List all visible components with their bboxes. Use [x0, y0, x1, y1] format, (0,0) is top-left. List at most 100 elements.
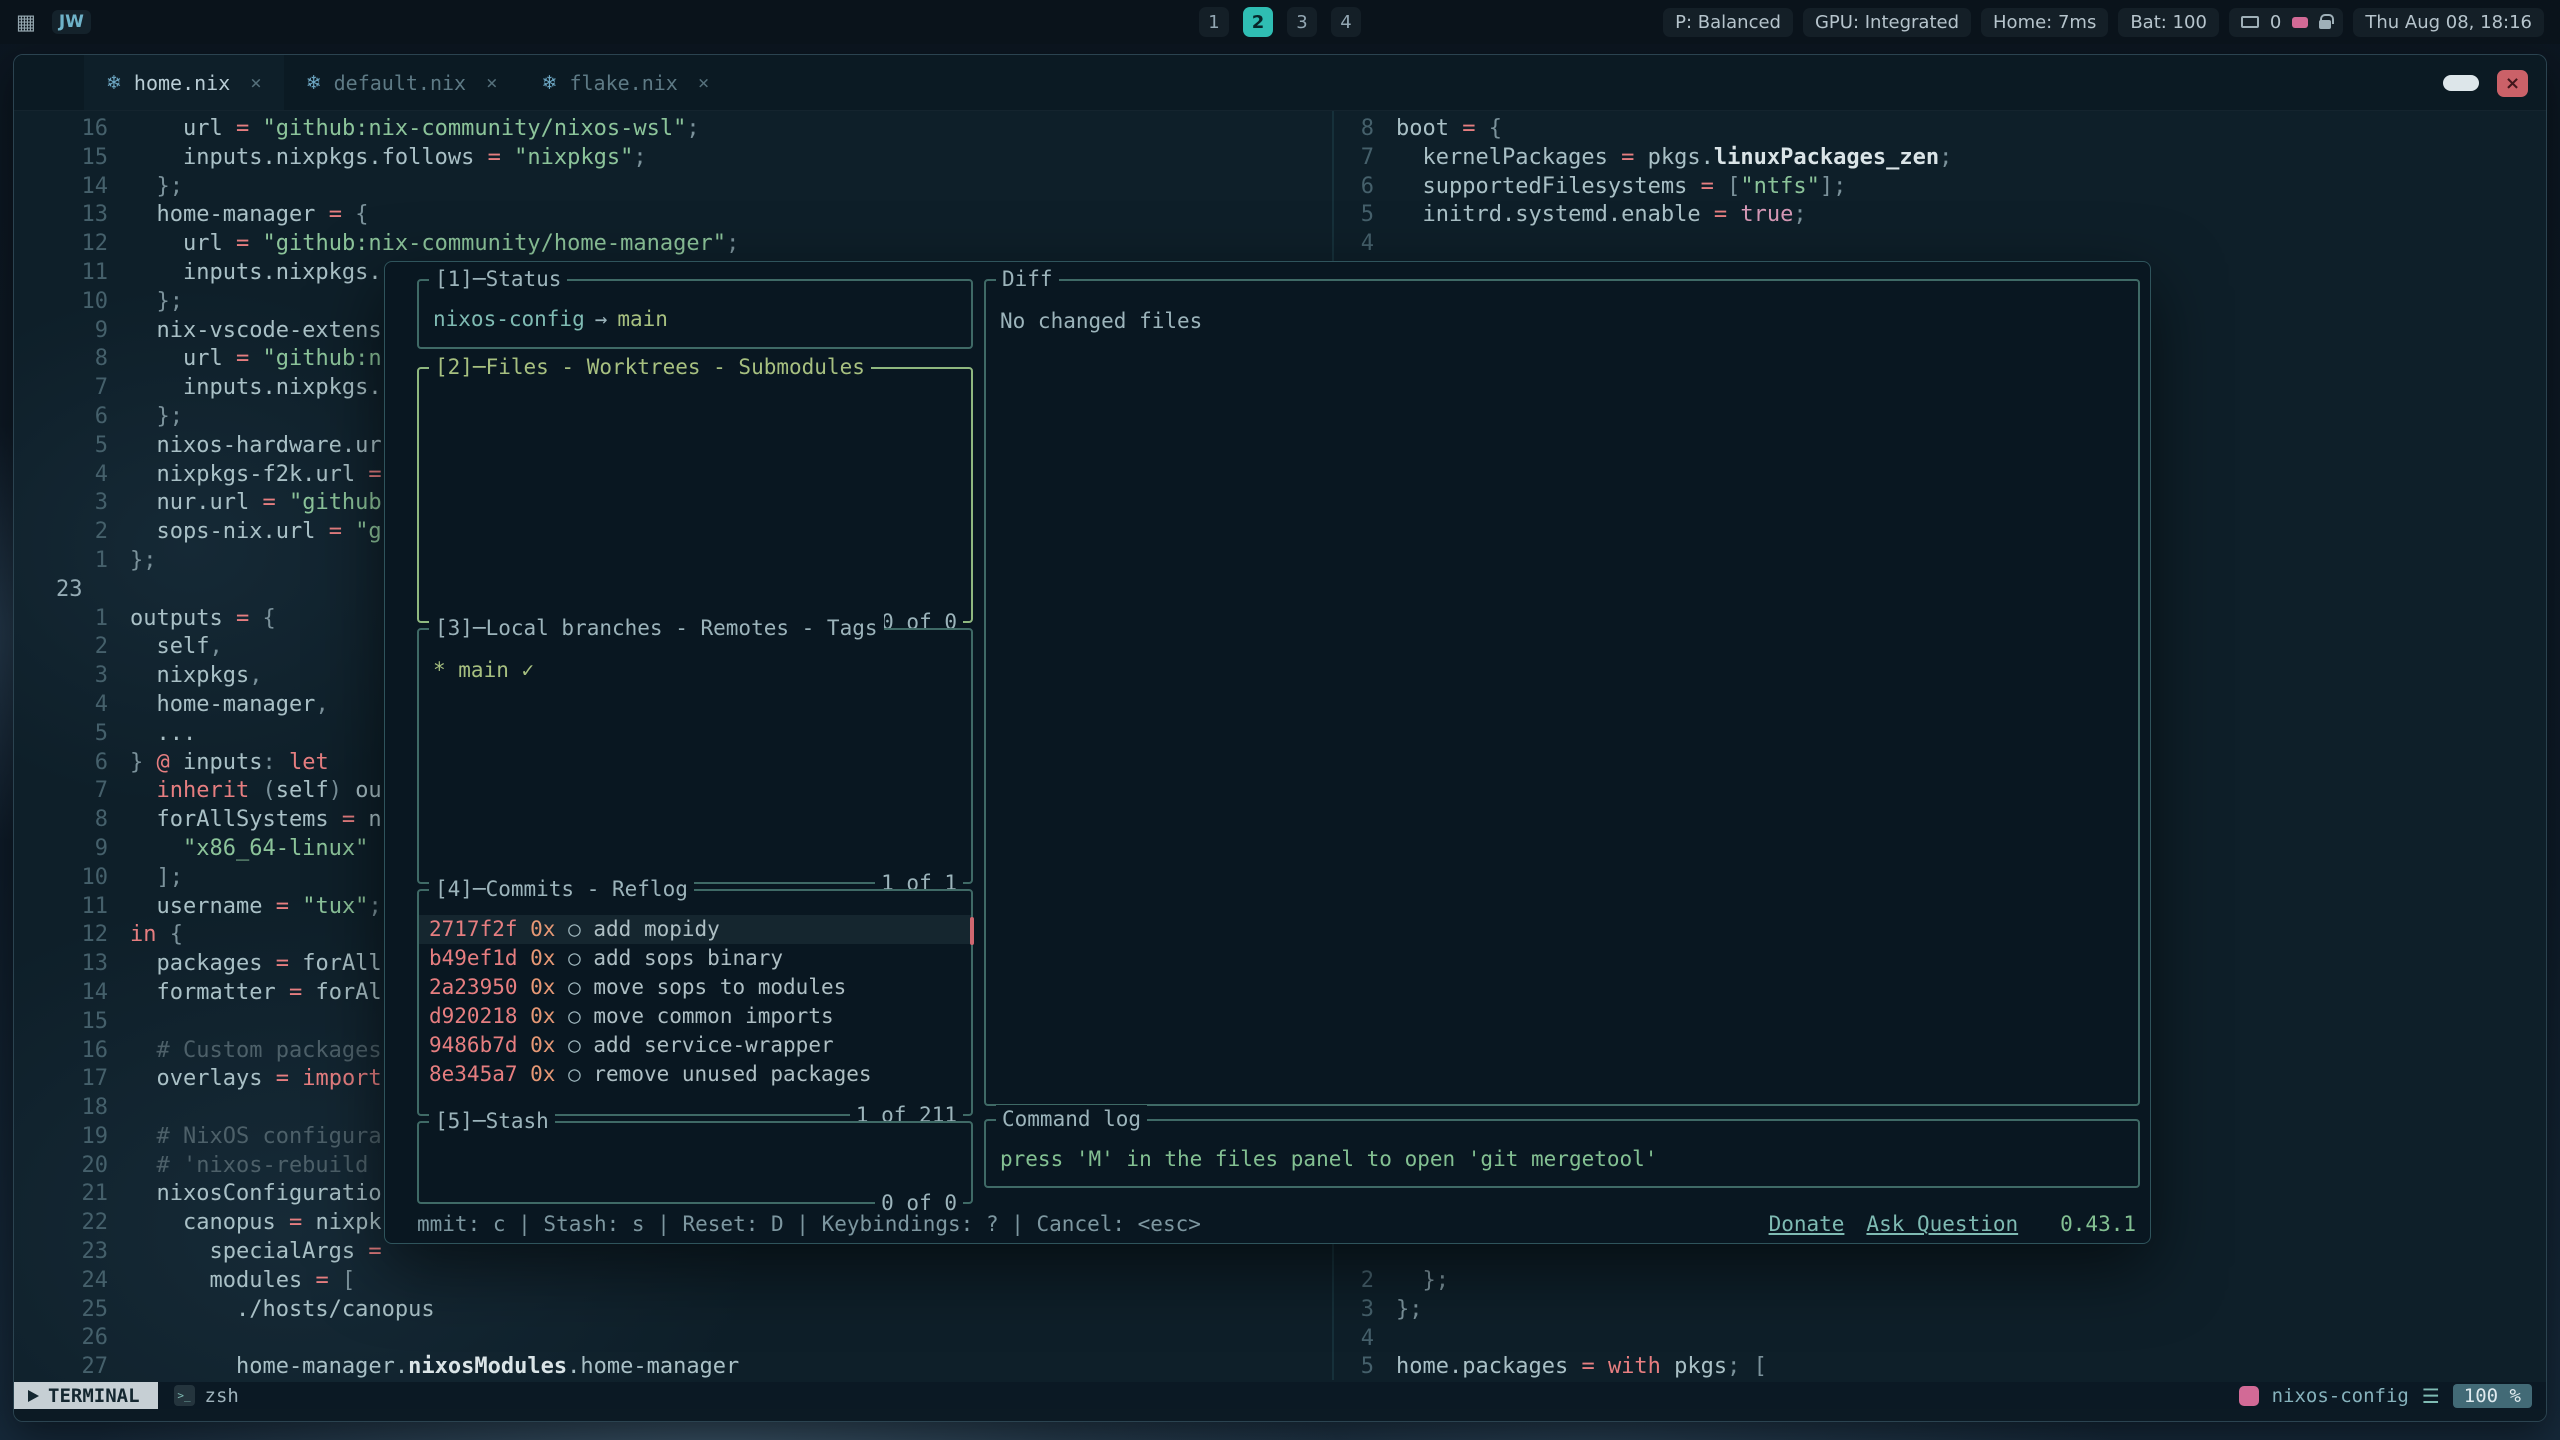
code-line: 26 — [14, 1324, 739, 1353]
line-number: 3 — [1334, 1296, 1384, 1325]
line-number: 4 — [1334, 1325, 1384, 1354]
line-number: 27 — [14, 1353, 126, 1380]
code-line: 4 — [1334, 1325, 1767, 1354]
line-number: 15 — [14, 144, 126, 173]
code-line: 16 url = "github:nix-community/nixos-wsl… — [14, 115, 739, 144]
line-number: 1 — [14, 547, 126, 576]
shell-label: zsh — [205, 1385, 239, 1407]
footer-links: Donate Ask Question 0.43.1 — [1769, 1210, 2136, 1239]
workspace-switcher: 1234 — [1199, 7, 1361, 37]
lazygit-stash-panel[interactable]: [5]─Stash 0 of 0 — [417, 1121, 973, 1204]
line-number: 25 — [14, 1296, 126, 1325]
status-chip-0: P: Balanced — [1663, 8, 1793, 37]
commit-list: 2717f2f 0x ○ add mopidyb49ef1d 0x ○ add … — [419, 891, 971, 1089]
line-number: 5 — [1334, 201, 1384, 230]
line-number: 10 — [14, 288, 126, 317]
tab-default.nix[interactable]: ❄ default.nix × — [284, 55, 520, 110]
diff-content: No changed files — [986, 281, 2138, 342]
status-branch: main — [617, 307, 668, 331]
code-line: 2 }; — [1334, 1267, 1767, 1296]
line-number: 1 — [14, 605, 126, 634]
shell-segment: >_ zsh — [174, 1385, 239, 1407]
layout-toggle-button[interactable] — [2443, 75, 2479, 91]
line-number: 23 — [14, 1238, 126, 1267]
line-number: 19 — [14, 1123, 126, 1152]
line-number: 8 — [14, 345, 126, 374]
window-close-button[interactable]: × — [2497, 70, 2528, 97]
statusline-right: nixos-config ☰ 100 % — [2239, 1384, 2546, 1408]
ask-question-link[interactable]: Ask Question — [1866, 1210, 2018, 1239]
app-launcher-icon[interactable]: ▦ — [16, 10, 36, 34]
commit-row[interactable]: d920218 0x ○ move common imports — [419, 1002, 971, 1031]
commit-row[interactable]: b49ef1d 0x ○ add sops binary — [419, 944, 971, 973]
code-line: 15 inputs.nixpkgs.follows = "nixpkgs"; — [14, 144, 739, 173]
workspace-button-4[interactable]: 4 — [1331, 7, 1361, 37]
line-number: 13 — [14, 201, 126, 230]
lazygit-diff-panel[interactable]: Diff No changed files — [984, 279, 2140, 1106]
lazygit-commits-panel[interactable]: [4]─Commits - Reflog 2717f2f 0x ○ add mo… — [417, 889, 973, 1116]
tab-close-icon[interactable]: × — [486, 72, 497, 94]
code-line: 14 }; — [14, 173, 739, 202]
tab-flake.nix[interactable]: ❄flake.nix× — [520, 55, 732, 110]
commit-row[interactable]: 8e345a7 0x ○ remove unused packages — [419, 1060, 971, 1089]
code-line: 13 home-manager = { — [14, 201, 739, 230]
line-number: 2 — [14, 518, 126, 547]
status-chips: P: BalancedGPU: IntegratedHome: 7msBat: … — [1663, 8, 2219, 37]
git-icon — [2239, 1386, 2259, 1406]
line-number: 9 — [14, 835, 126, 864]
statusline: TERMINAL >_ zsh nixos-config ☰ 100 % — [14, 1382, 2546, 1409]
top-bar: ▦ JW 1234 P: BalancedGPU: IntegratedHome… — [0, 0, 2560, 44]
status-chip-1: GPU: Integrated — [1803, 8, 1971, 37]
notification-count: 0 — [2270, 12, 2281, 33]
right-pane-bottom-lines: 2 };3};45home.packages = with pkgs; [ — [1334, 1267, 1767, 1380]
code-line: 5home.packages = with pkgs; [ — [1334, 1353, 1767, 1380]
scrollbar-thumb[interactable] — [970, 917, 974, 945]
line-number: 24 — [14, 1267, 126, 1296]
tab-close-icon[interactable]: × — [250, 72, 261, 94]
line-number: 20 — [14, 1152, 126, 1181]
panel-title: Command log — [996, 1105, 1147, 1134]
panel-title: [3]─Local branches - Remotes - Tags — [429, 614, 884, 643]
line-number: 12 — [14, 230, 126, 259]
tray[interactable]: 0 — [2229, 8, 2343, 37]
lazygit-branches-panel[interactable]: [3]─Local branches - Remotes - Tags * ma… — [417, 628, 973, 884]
line-number: 22 — [14, 1209, 126, 1238]
code-line: 6 supportedFilesystems = ["ntfs"]; — [1334, 173, 1952, 202]
line-number: 7 — [14, 777, 126, 806]
code-line: 12 url = "github:nix-community/home-mana… — [14, 230, 739, 259]
line-number: 9 — [14, 317, 126, 346]
lazygit-command-log-panel[interactable]: Command log press 'M' in the files panel… — [984, 1119, 2140, 1188]
line-number: 5 — [14, 720, 126, 749]
line-number: 12 — [14, 921, 126, 950]
line-number: 7 — [14, 374, 126, 403]
line-number: 6 — [14, 749, 126, 778]
command-log-content: press 'M' in the files panel to open 'gi… — [986, 1121, 2138, 1180]
panel-title: [2]─Files - Worktrees - Submodules — [429, 353, 871, 382]
workspace-button-2[interactable]: 2 — [1243, 7, 1273, 37]
panel-title: [1]─Status — [429, 265, 567, 294]
line-number: 5 — [14, 432, 126, 461]
commit-row[interactable]: 2717f2f 0x ○ add mopidy — [419, 915, 971, 944]
nix-icon: ❄ — [306, 72, 322, 94]
code-line: 4 — [1334, 230, 1952, 259]
commit-row[interactable]: 2a23950 0x ○ move sops to modules — [419, 973, 971, 1002]
commit-row[interactable]: 9486b7d 0x ○ add service-wrapper — [419, 1031, 971, 1060]
line-number: 16 — [14, 1037, 126, 1066]
accent-dot-icon — [2292, 17, 2308, 28]
code-line: 7 kernelPackages = pkgs.linuxPackages_ze… — [1334, 144, 1952, 173]
workspace-button-3[interactable]: 3 — [1287, 7, 1317, 37]
tab-label: flake.nix — [569, 71, 677, 95]
workspace-button-1[interactable]: 1 — [1199, 7, 1229, 37]
line-number: 11 — [14, 259, 126, 288]
nix-icon: ❄ — [106, 72, 122, 94]
lazygit-files-panel[interactable]: [2]─Files - Worktrees - Submodules 0 of … — [417, 367, 973, 623]
line-number: 4 — [14, 691, 126, 720]
clock: Thu Aug 08, 18:16 — [2353, 8, 2544, 37]
tab-home.nix[interactable]: ❄home.nix× — [84, 55, 284, 110]
tab-label: default.nix — [334, 71, 466, 95]
line-number: 26 — [14, 1324, 126, 1353]
lazygit-status-panel[interactable]: [1]─Status nixos-config→main — [417, 279, 973, 349]
donate-link[interactable]: Donate — [1769, 1210, 1845, 1239]
line-number: 14 — [14, 173, 126, 202]
tab-close-icon[interactable]: × — [698, 72, 709, 94]
